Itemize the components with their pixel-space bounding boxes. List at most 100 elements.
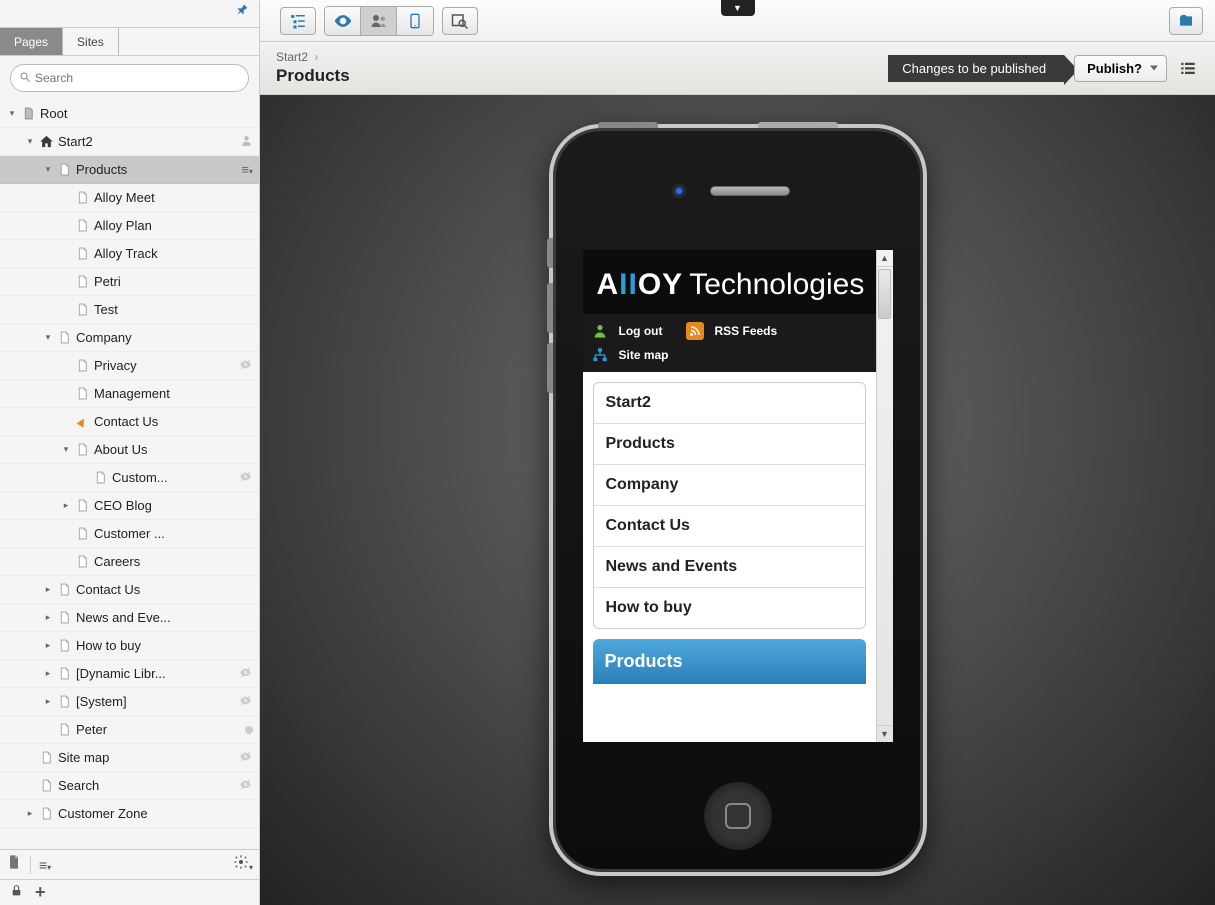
nav-item[interactable]: Contact Us [594,506,865,547]
view-mode-group [324,6,434,36]
tree-node-label: Petri [94,274,253,289]
tree-node[interactable]: Alloy Plan [0,212,259,240]
visitor-view-button[interactable] [361,7,397,35]
tree-node[interactable]: ▾Root [0,100,259,128]
tree-node[interactable]: ▾ Company [0,324,259,352]
collapse-icon[interactable]: ▾ [42,164,54,176]
publish-button[interactable]: Publish? [1074,55,1167,82]
page-icon [38,750,54,766]
tree-node[interactable]: ▸ News and Eve... [0,604,259,632]
tree-node[interactable]: ▸ Customer Zone [0,800,259,828]
page-grey-icon [20,106,36,122]
tree-node-label: Customer ... [94,526,253,541]
tree-node[interactable]: Customer ... [0,520,259,548]
site-header: AIIOY Technologies [583,250,876,314]
expand-icon[interactable]: ▸ [60,500,72,512]
tree-node[interactable]: Contact Us [0,408,259,436]
preview-button[interactable] [325,7,361,35]
page-icon [38,806,54,822]
new-page-icon[interactable] [6,854,22,875]
page-icon [74,302,90,318]
page-icon [56,582,72,598]
scroll-thumb[interactable] [878,269,891,319]
tree-node-label: News and Eve... [76,610,253,625]
page-icon [74,274,90,290]
utility-logout[interactable]: Log out [591,322,663,340]
utility-sitemap[interactable]: Site map [591,346,868,364]
tab-sites[interactable]: Sites [63,28,119,55]
tree-node[interactable]: Privacy [0,352,259,380]
pin-icon[interactable] [233,2,251,25]
site-logo[interactable]: AIIOY Technologies [597,268,862,302]
collapse-icon[interactable]: ▾ [6,108,18,120]
tree-node[interactable]: ▸CEO Blog [0,492,259,520]
eye-off-icon [238,358,253,374]
collapse-icon[interactable]: ▾ [24,136,36,148]
tree-node[interactable]: ▸How to buy [0,632,259,660]
expand-icon[interactable]: ▸ [42,668,54,680]
expand-icon[interactable]: ▸ [42,584,54,596]
menu-icon: ≡▾ [241,162,253,177]
tree-node[interactable]: Site map [0,744,259,772]
properties-toggle-icon[interactable] [1177,57,1199,79]
lock-icon[interactable] [10,884,23,901]
collapse-icon[interactable]: ▾ [60,444,72,456]
page-icon [56,666,72,682]
tab-pages[interactable]: Pages [0,28,63,55]
page-icon [74,386,90,402]
tree-node-label: Customer Zone [58,806,253,821]
scroll-down-icon[interactable]: ▼ [877,725,893,742]
home-icon [38,134,54,150]
rss-icon [686,322,704,340]
utility-rss[interactable]: RSS Feeds [686,322,777,340]
menu-dropdown-icon[interactable]: ≡▾ [39,857,51,873]
collapse-icon[interactable]: ▾ [42,332,54,344]
settings-icon[interactable]: ▾ [233,854,253,875]
assets-pane-button[interactable] [1169,7,1203,35]
toolbar-handle[interactable]: ▼ [721,0,755,16]
expand-icon[interactable]: ▸ [24,808,36,820]
tree-node-label: Search [58,778,234,793]
breadcrumb-parent[interactable]: Start2 [276,50,308,64]
tree-node[interactable]: Peter [0,716,259,744]
tree-node[interactable]: Test [0,296,259,324]
tree-node[interactable]: ▸Contact Us [0,576,259,604]
tree-node[interactable]: Management [0,380,259,408]
tree-node[interactable]: ▸[System] [0,688,259,716]
tree-view-button[interactable] [280,7,316,35]
expand-icon[interactable]: ▸ [42,612,54,624]
tree-node[interactable]: Petri [0,268,259,296]
tree-node[interactable]: Custom... [0,464,259,492]
expand-icon[interactable]: ▸ [42,640,54,652]
scroll-up-icon[interactable]: ▲ [877,250,893,267]
page-icon [56,162,72,178]
nav-item[interactable]: Products [594,424,865,465]
search-content-button[interactable] [442,7,478,35]
tree-node-label: Company [76,330,253,345]
site-preview[interactable]: AIIOY Technologies Log out [583,250,876,742]
breadcrumb[interactable]: Start2 › [276,50,350,64]
nav-item[interactable]: News and Events [594,547,865,588]
nav-item[interactable]: How to buy [594,588,865,628]
nav-item[interactable]: Company [594,465,865,506]
tree-node[interactable]: ▾About Us [0,436,259,464]
nav-item[interactable]: Start2 [594,383,865,424]
tree-node[interactable]: Careers [0,548,259,576]
expand-icon[interactable]: ▸ [42,696,54,708]
tree-node[interactable]: ▾Start2 [0,128,259,156]
tree-node[interactable]: ▾Products≡▾ [0,156,259,184]
tree-node[interactable]: ▸[Dynamic Libr... [0,660,259,688]
tree-node[interactable]: Alloy Track [0,240,259,268]
search-wrap [0,56,259,100]
add-icon[interactable]: + [35,882,46,903]
home-button[interactable] [704,782,772,850]
scrollbar[interactable]: ▲ ▼ [876,250,893,742]
tree-node[interactable]: Alloy Meet [0,184,259,212]
tree-node-label: Alloy Track [94,246,253,261]
search-input[interactable] [31,67,240,89]
tree-node[interactable]: Search [0,772,259,800]
search-icon [19,71,31,86]
device-view-button[interactable] [397,7,433,35]
sidebar-bottom-bar: ≡▾ ▾ [0,849,259,879]
camera-icon [672,184,686,198]
